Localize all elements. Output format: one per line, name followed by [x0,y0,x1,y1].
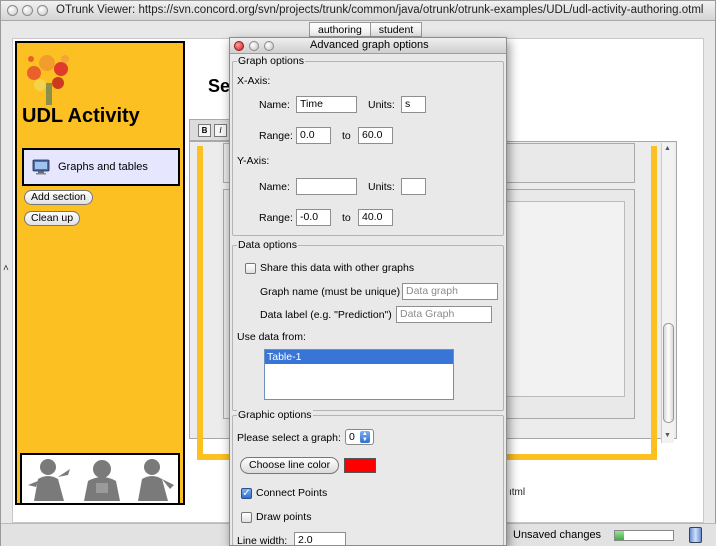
bold-button[interactable]: B [198,124,211,137]
x-range-to-label: to [342,130,351,142]
x-units-field[interactable]: s [401,96,426,113]
share-data-checkbox[interactable] [245,263,256,274]
data-label-label: Data label (e.g. "Prediction") [260,309,392,321]
x-range-label: Range: [259,130,293,142]
status-text: Unsaved changes [513,529,602,541]
graph-name-field[interactable]: Data graph [402,283,498,300]
y-range-max-field[interactable]: 40.0 [358,209,393,226]
editor-scrollbar[interactable]: ▲ ▼ [661,143,674,443]
characters-image [28,459,174,501]
close-window-icon[interactable] [7,5,18,16]
x-name-field[interactable]: Time [296,96,357,113]
trash-icon[interactable] [689,527,702,543]
tree-logo-icon [27,55,69,105]
zoom-window-icon[interactable] [37,5,48,16]
x-units-label: Units: [368,99,395,111]
collapse-arrow-icon[interactable]: ˄ [3,263,9,274]
data-source-list[interactable]: Table-1 [264,349,454,400]
zoom-icon[interactable] [264,41,274,51]
y-name-field[interactable] [296,178,357,195]
use-data-from-label: Use data from: [237,331,306,343]
graphic-options-legend: Graphic options [237,409,313,421]
characters-illustration [20,453,180,505]
dialog-title: Advanced graph options [310,39,429,51]
y-range-to-label: to [342,212,351,224]
add-section-button[interactable]: Add section [24,190,93,205]
draw-points-checkbox[interactable] [241,512,252,523]
section-heading: Se [208,76,231,96]
data-label-placeholder: Data Graph [400,308,455,320]
italic-button[interactable]: I [214,124,227,137]
stepper-arrows-icon[interactable]: ▲ ▼ [359,431,370,443]
y-range-label: Range: [259,212,293,224]
scroll-down-icon[interactable]: ▼ [664,432,671,439]
progress-fill [615,531,624,540]
clean-up-button[interactable]: Clean up [24,211,81,226]
y-units-label: Units: [368,181,395,193]
y-units-field[interactable] [401,178,426,195]
activity-title: UDL Activity [22,105,140,127]
graph-name-label: Graph name (must be unique) [260,286,401,298]
sidebar-item-graphs-and-tables[interactable]: Graphs and tables [22,148,180,186]
main-titlebar[interactable]: OTrunk Viewer: https://svn.concord.org/s… [1,1,715,21]
file-label: ıtml [509,487,526,498]
advanced-graph-options-dialog: Advanced graph options Graph options X-A… [229,37,507,546]
graph-select-stepper[interactable]: 0 ▲ ▼ [345,429,374,445]
share-data-label: Share this data with other graphs [260,262,415,274]
y-range-min-field[interactable]: -0.0 [296,209,331,226]
draw-points-label: Draw points [256,511,312,523]
selected-graph-value: 0 [349,431,355,443]
minimize-icon[interactable] [249,41,259,51]
scroll-thumb[interactable] [663,323,674,423]
data-label-field[interactable]: Data Graph [396,306,492,323]
graph-options-legend: Graph options [237,55,305,67]
line-width-label: Line width: [237,535,288,546]
y-name-label: Name: [259,181,290,193]
connect-points-checkbox[interactable]: ✓ [241,488,252,499]
graph-name-placeholder: Data graph [406,285,458,297]
select-graph-label: Please select a graph: [237,432,341,444]
line-width-field[interactable]: 2.0 [294,532,346,545]
choose-line-color-button[interactable]: Choose line color [240,457,340,474]
tab-student[interactable]: student [369,22,423,37]
x-range-min-field[interactable]: 0.0 [296,127,331,144]
connect-points-label: Connect Points [256,487,328,499]
dialog-titlebar[interactable]: Advanced graph options [230,38,506,54]
data-options-legend: Data options [237,239,298,251]
tab-authoring[interactable]: authoring [309,22,371,37]
window-title: OTrunk Viewer: https://svn.concord.org/s… [56,4,704,16]
computer-monitor-icon [32,159,50,175]
progress-bar [614,530,674,541]
x-axis-heading: X-Axis: [237,75,271,87]
line-color-swatch[interactable] [344,458,376,473]
list-item[interactable]: Table-1 [265,350,453,364]
close-icon[interactable] [234,41,244,51]
minimize-window-icon[interactable] [22,5,33,16]
y-axis-heading: Y-Axis: [237,155,270,167]
sidebar-item-label: Graphs and tables [58,161,148,173]
x-name-label: Name: [259,99,290,111]
x-range-max-field[interactable]: 60.0 [358,127,393,144]
view-tabs: authoring student [309,22,423,38]
scroll-up-icon[interactable]: ▲ [664,145,671,152]
activity-sidebar: UDL Activity Graphs and tables Add secti… [15,41,185,505]
